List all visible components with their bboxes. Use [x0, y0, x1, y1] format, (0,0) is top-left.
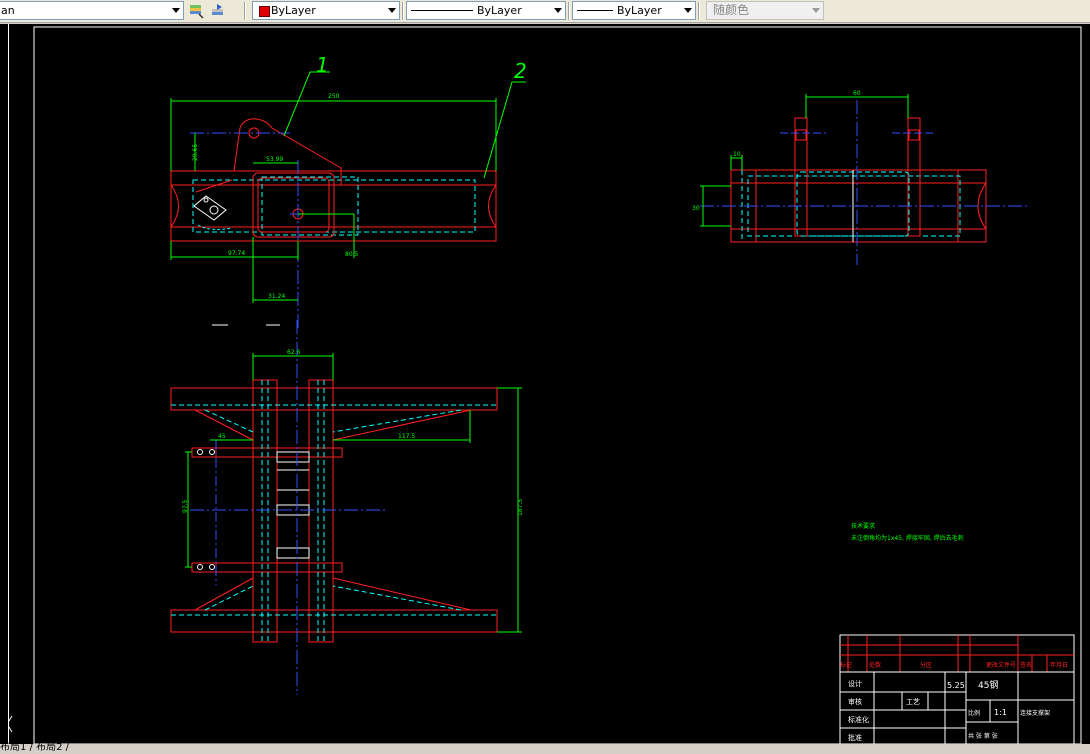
properties-toolbar: an ByLayer ByLayer ByLayer 随颜色: [0, 0, 1090, 23]
layer-dropdown[interactable]: an: [0, 1, 184, 20]
color-label: ByLayer: [271, 4, 316, 17]
dim-187-5: 187.5: [517, 499, 524, 516]
tb-scale: 1:1: [994, 708, 1007, 717]
toolbar-separator: [402, 2, 404, 20]
tb-weight: 5.25: [947, 681, 965, 690]
hdr-docno: 更改文件号: [986, 661, 1016, 669]
dim-53-99: 53.99: [266, 156, 283, 163]
hdr-count: 处数: [869, 661, 881, 669]
layer-name: an: [1, 4, 15, 17]
dim-117-5: 117.5: [398, 433, 415, 440]
layer-previous-icon[interactable]: [209, 2, 227, 20]
dim-62-6: 62.6: [287, 349, 301, 356]
dim-10: 10: [733, 151, 741, 158]
dim-31-24: 31.24: [268, 293, 285, 300]
tb-part-name: 连接支撑架: [1020, 709, 1050, 717]
lineweight-sample: [577, 10, 613, 11]
tb-approve: 批准: [848, 733, 862, 742]
plotstyle-label: 随颜色: [713, 3, 750, 17]
toolbar-separator: [698, 2, 700, 20]
chevron-down-icon: [388, 8, 396, 13]
make-layer-current-icon[interactable]: [187, 2, 205, 20]
top-view: 250 29.65 53.99 97.74 31.24 80.5 1 2: [170, 53, 527, 330]
chevron-down-icon: [554, 8, 562, 13]
dim-97-74: 97.74: [228, 250, 245, 257]
layout-tabs[interactable]: 布局1 / 布局2 /: [0, 742, 200, 754]
lineweight-label: ByLayer: [617, 4, 662, 17]
note-title: 技术要求: [851, 522, 875, 530]
tb-scale-label: 比例: [968, 709, 980, 717]
hdr-date: 年月日: [1050, 661, 1068, 669]
linetype-label: ByLayer: [477, 4, 522, 17]
toolbar-separator: [244, 2, 246, 20]
tech-notes: 技术要求 未注倒角均为1x45, 焊接牢固, 焊后去毛刺: [851, 522, 964, 542]
dim-29-65: 29.65: [192, 144, 199, 161]
linetype-sample: [411, 10, 473, 11]
drawing-canvas[interactable]: 250 29.65 53.99 97.74 31.24 80.5 1 2 60 …: [1, 24, 1090, 746]
color-dropdown[interactable]: ByLayer: [252, 1, 400, 20]
tb-sheet: 共 张 第 张: [968, 732, 998, 740]
drawing-frame: [33, 26, 1082, 745]
tb-design: 设计: [848, 679, 862, 688]
dim-97-5: 97.5: [182, 499, 189, 513]
title-block: 标记 处数 分区 更改文件号 签名 年月日 设计 审核 标准化 批准 工艺 5.…: [839, 634, 1075, 746]
tb-process: 工艺: [906, 698, 920, 706]
dim-30: 30: [692, 205, 700, 212]
lineweight-dropdown[interactable]: ByLayer: [572, 1, 696, 20]
hdr-sign: 签名: [1020, 661, 1032, 669]
tb-review: 审核: [848, 697, 862, 706]
dim-45: 45: [218, 433, 226, 440]
dim-250: 250: [328, 93, 340, 100]
toolbar-separator: [568, 2, 570, 20]
note-line: 未注倒角均为1x45, 焊接牢固, 焊后去毛刺: [851, 534, 964, 542]
dim-80-5: 80.5: [345, 251, 359, 258]
canvas-left-strip: [0, 24, 9, 744]
plotstyle-dropdown[interactable]: 随颜色: [706, 1, 824, 20]
chevron-down-icon: [684, 8, 692, 13]
plan-view: 62.6 45 117.5 97.5 187.5: [170, 320, 524, 695]
callout-1: 1: [316, 53, 329, 77]
chevron-down-icon: [172, 8, 180, 13]
color-swatch: [259, 6, 270, 17]
dim-60: 60: [853, 90, 861, 97]
tb-standard: 标准化: [848, 715, 869, 724]
hdr-mark: 标记: [840, 661, 852, 669]
linetype-dropdown[interactable]: ByLayer: [406, 1, 566, 20]
layout-tabs-label: 布局1 / 布局2 /: [0, 742, 69, 753]
callout-2: 2: [514, 59, 527, 83]
hdr-zone: 分区: [920, 661, 932, 669]
side-view: 60 10 30: [692, 90, 1028, 265]
tb-material: 45钢: [978, 679, 998, 691]
chevron-down-icon: [812, 8, 820, 13]
drawing-svg[interactable]: 250 29.65 53.99 97.74 31.24 80.5 1 2 60 …: [1, 24, 1090, 746]
